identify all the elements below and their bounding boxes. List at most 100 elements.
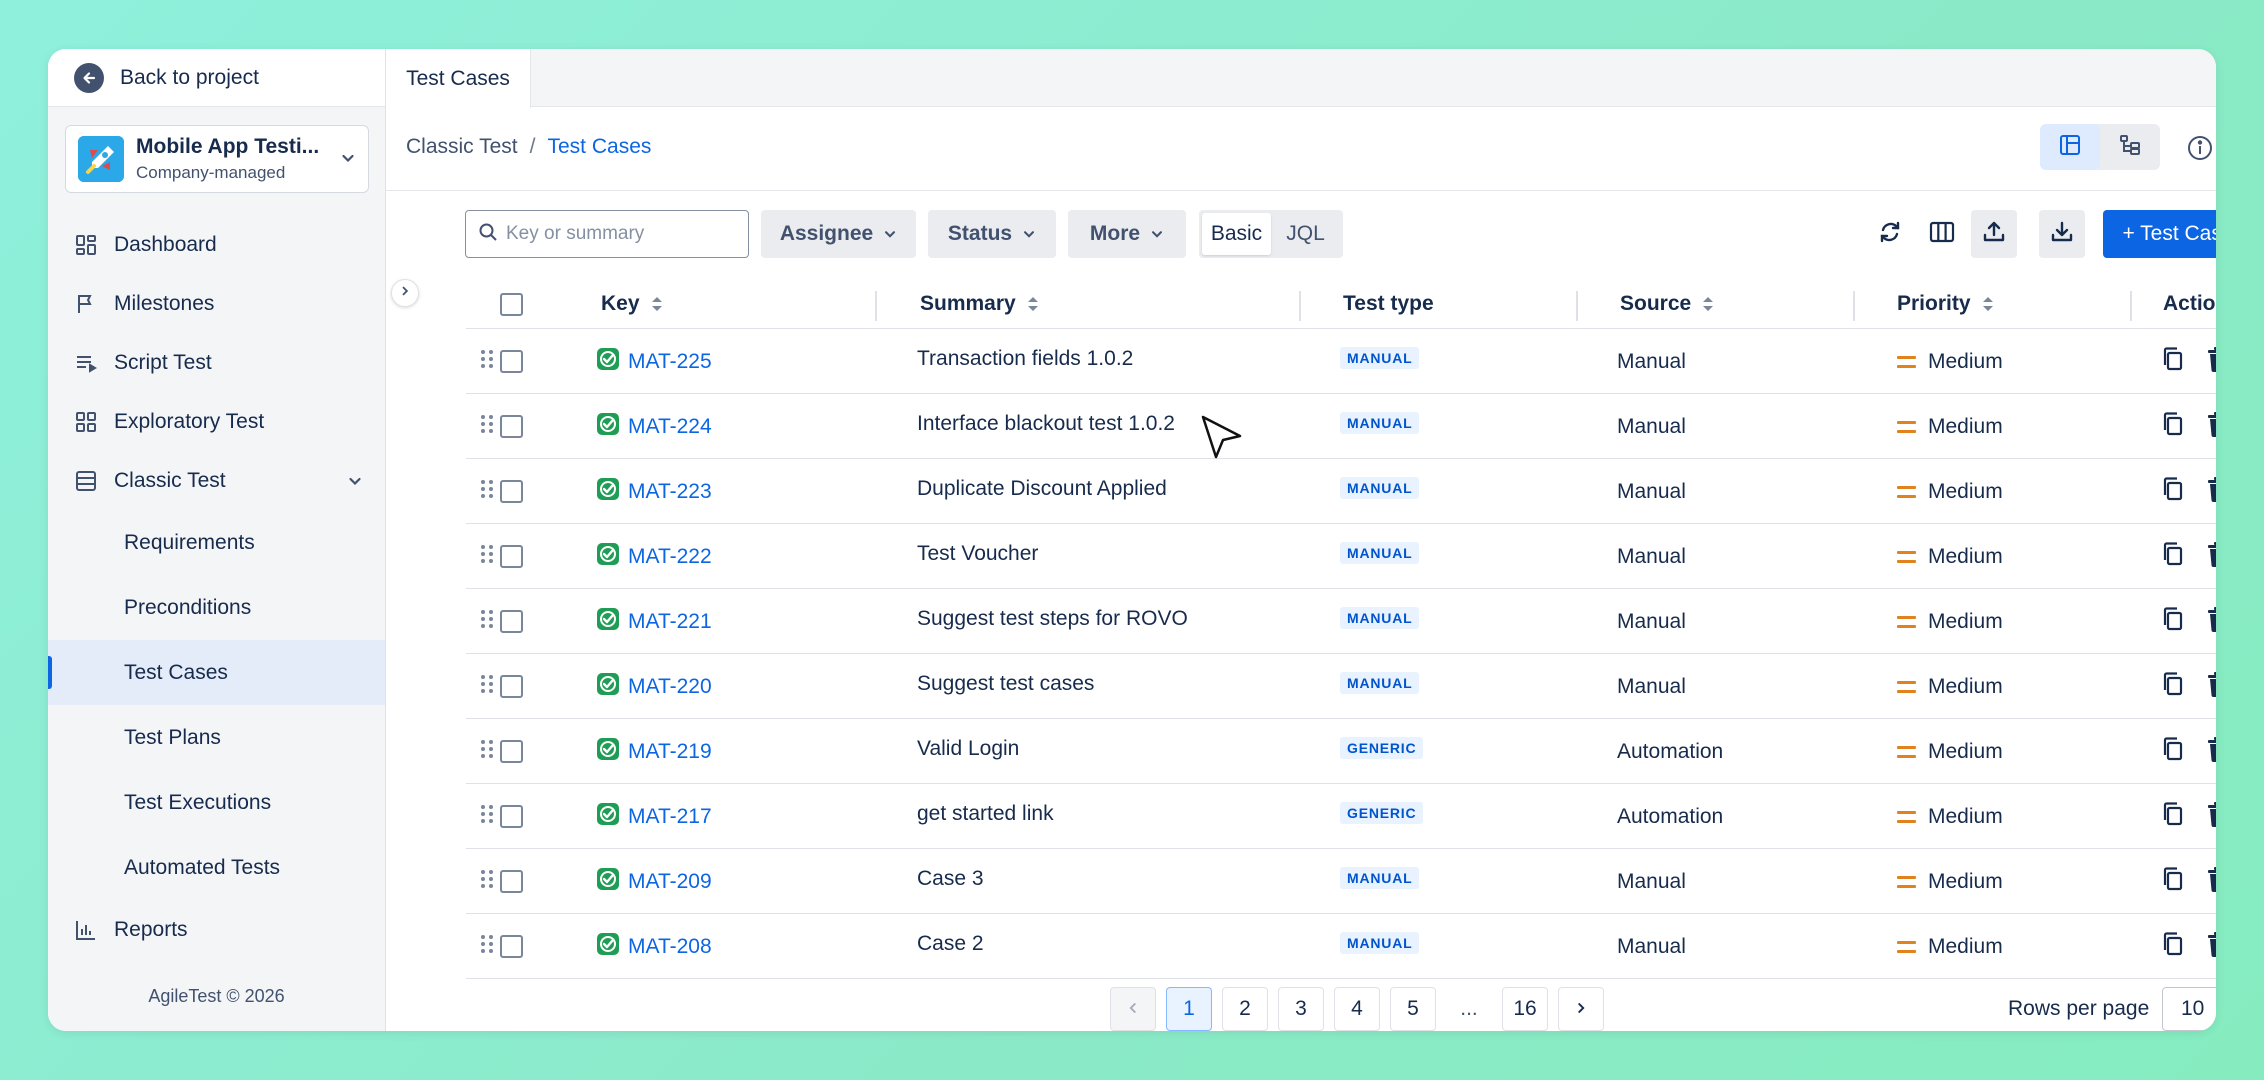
- test-case-key-link[interactable]: MAT-219: [628, 740, 712, 764]
- search-input[interactable]: [506, 223, 726, 245]
- row-checkbox[interactable]: [500, 350, 523, 373]
- test-case-key-link[interactable]: MAT-209: [628, 870, 712, 894]
- select-all-checkbox[interactable]: [500, 292, 523, 316]
- delete-button[interactable]: [2206, 524, 2216, 589]
- delete-button[interactable]: [2206, 654, 2216, 719]
- column-divider[interactable]: [1853, 291, 1855, 321]
- clone-button[interactable]: [2160, 849, 2186, 914]
- chevron-down-icon[interactable]: [347, 471, 363, 495]
- delete-button[interactable]: [2206, 329, 2216, 394]
- column-test-type[interactable]: Test type: [1343, 279, 1434, 329]
- row-checkbox[interactable]: [500, 805, 523, 828]
- delete-button[interactable]: [2206, 849, 2216, 914]
- table-row[interactable]: MAT-224 Interface blackout test 1.0.2 MA…: [466, 394, 2216, 459]
- column-divider[interactable]: [2130, 291, 2132, 321]
- sidebar-item-milestones[interactable]: Milestones: [48, 274, 385, 333]
- next-page-button[interactable]: [1558, 987, 1604, 1031]
- drag-handle[interactable]: [480, 719, 494, 784]
- test-case-key-link[interactable]: MAT-223: [628, 480, 712, 504]
- delete-button[interactable]: [2206, 459, 2216, 524]
- test-case-key-link[interactable]: MAT-222: [628, 545, 712, 569]
- table-row[interactable]: MAT-209 Case 3 MANUAL Manual Medium: [466, 849, 2216, 914]
- summary-cell[interactable]: Suggest test steps for ROVO: [917, 589, 1188, 654]
- drag-handle[interactable]: [480, 849, 494, 914]
- summary-cell[interactable]: Transaction fields 1.0.2: [917, 329, 1133, 394]
- sidebar-item-preconditions[interactable]: Preconditions: [48, 575, 385, 640]
- test-case-key-link[interactable]: MAT-208: [628, 935, 712, 959]
- collapse-sidebar-button[interactable]: [391, 279, 419, 307]
- table-row[interactable]: MAT-220 Suggest test cases MANUAL Manual…: [466, 654, 2216, 719]
- sidebar-item-exploratory-test[interactable]: Exploratory Test: [48, 392, 385, 451]
- delete-button[interactable]: [2206, 589, 2216, 654]
- columns-button[interactable]: [1920, 210, 1964, 258]
- drag-handle[interactable]: [480, 394, 494, 459]
- list-view-button[interactable]: [2040, 124, 2100, 170]
- page-last-button[interactable]: 16: [1502, 987, 1548, 1031]
- page-4-button[interactable]: 4: [1334, 987, 1380, 1031]
- summary-cell[interactable]: get started link: [917, 784, 1054, 849]
- summary-cell[interactable]: Valid Login: [917, 719, 1019, 784]
- table-row[interactable]: MAT-219 Valid Login GENERIC Automation M…: [466, 719, 2216, 784]
- table-row[interactable]: MAT-225 Transaction fields 1.0.2 MANUAL …: [466, 329, 2216, 394]
- sidebar-item-test-cases[interactable]: Test Cases: [48, 640, 385, 705]
- summary-cell[interactable]: Duplicate Discount Applied: [917, 459, 1167, 524]
- row-checkbox[interactable]: [500, 415, 523, 438]
- test-case-key-link[interactable]: MAT-224: [628, 415, 712, 439]
- jql-mode-button[interactable]: JQL: [1271, 213, 1340, 255]
- row-checkbox[interactable]: [500, 675, 523, 698]
- test-case-key-link[interactable]: MAT-217: [628, 805, 712, 829]
- sidebar-item-automated-tests[interactable]: Automated Tests: [48, 835, 385, 900]
- summary-cell[interactable]: Interface blackout test 1.0.2: [917, 394, 1175, 459]
- drag-handle[interactable]: [480, 589, 494, 654]
- import-button[interactable]: [2039, 210, 2085, 258]
- column-key[interactable]: Key: [601, 279, 664, 329]
- tree-view-button[interactable]: [2100, 124, 2160, 170]
- back-to-project-button[interactable]: Back to project: [48, 49, 385, 107]
- delete-button[interactable]: [2206, 394, 2216, 459]
- clone-button[interactable]: [2160, 719, 2186, 784]
- test-case-key-link[interactable]: MAT-221: [628, 610, 712, 634]
- table-row[interactable]: MAT-222 Test Voucher MANUAL Manual Mediu…: [466, 524, 2216, 589]
- column-priority[interactable]: Priority: [1897, 279, 1995, 329]
- clone-button[interactable]: [2160, 459, 2186, 524]
- export-button[interactable]: [1971, 210, 2017, 258]
- drag-handle[interactable]: [480, 524, 494, 589]
- basic-mode-button[interactable]: Basic: [1202, 213, 1271, 255]
- info-icon[interactable]: [2186, 134, 2214, 167]
- test-case-key-link[interactable]: MAT-220: [628, 675, 712, 699]
- refresh-button[interactable]: [1870, 210, 1910, 258]
- status-filter-button[interactable]: Status: [928, 210, 1056, 258]
- clone-button[interactable]: [2160, 654, 2186, 719]
- column-source[interactable]: Source: [1620, 279, 1715, 329]
- clone-button[interactable]: [2160, 394, 2186, 459]
- more-filter-button[interactable]: More: [1068, 210, 1186, 258]
- page-5-button[interactable]: 5: [1390, 987, 1436, 1031]
- rows-per-page-select[interactable]: 10: [2162, 987, 2216, 1031]
- page-3-button[interactable]: 3: [1278, 987, 1324, 1031]
- row-checkbox[interactable]: [500, 480, 523, 503]
- breadcrumb-current[interactable]: Test Cases: [548, 135, 652, 158]
- delete-button[interactable]: [2206, 784, 2216, 849]
- sidebar-item-test-plans[interactable]: Test Plans: [48, 705, 385, 770]
- clone-button[interactable]: [2160, 784, 2186, 849]
- summary-cell[interactable]: Test Voucher: [917, 524, 1038, 589]
- column-divider[interactable]: [1299, 291, 1301, 321]
- sidebar-item-classic-test[interactable]: Classic Test: [48, 451, 385, 510]
- summary-cell[interactable]: Suggest test cases: [917, 654, 1094, 719]
- row-checkbox[interactable]: [500, 935, 523, 958]
- search-box[interactable]: [465, 210, 749, 258]
- drag-handle[interactable]: [480, 329, 494, 394]
- page-1-button[interactable]: 1: [1166, 987, 1212, 1031]
- project-selector[interactable]: Mobile App Testi... Company-managed: [65, 125, 369, 193]
- sidebar-item-requirements[interactable]: Requirements: [48, 510, 385, 575]
- drag-handle[interactable]: [480, 654, 494, 719]
- prev-page-button[interactable]: [1110, 987, 1156, 1031]
- test-case-key-link[interactable]: MAT-225: [628, 350, 712, 374]
- sidebar-item-test-executions[interactable]: Test Executions: [48, 770, 385, 835]
- drag-handle[interactable]: [480, 784, 494, 849]
- table-row[interactable]: MAT-208 Case 2 MANUAL Manual Medium: [466, 914, 2216, 979]
- table-row[interactable]: MAT-221 Suggest test steps for ROVO MANU…: [466, 589, 2216, 654]
- breadcrumb-parent[interactable]: Classic Test: [406, 135, 518, 158]
- row-checkbox[interactable]: [500, 740, 523, 763]
- column-divider[interactable]: [875, 291, 877, 321]
